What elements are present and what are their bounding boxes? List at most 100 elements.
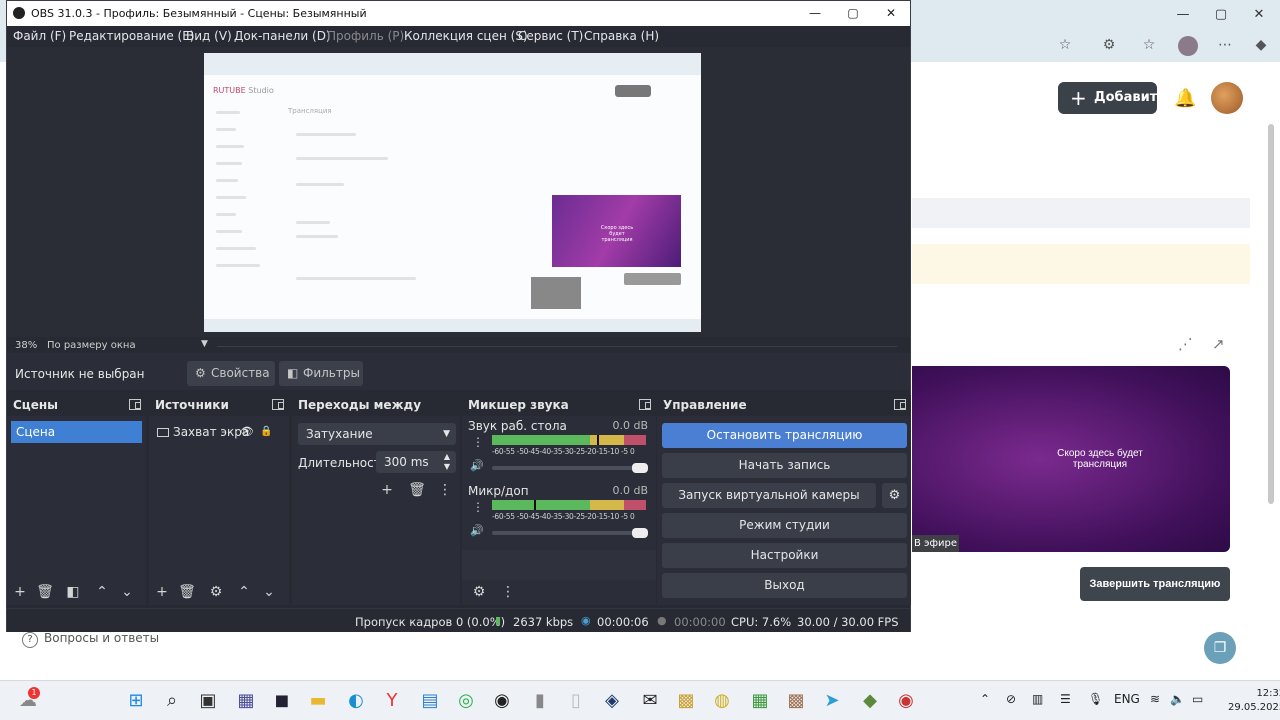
properties-button[interactable]: ⚙ Свойства <box>187 361 275 386</box>
close-icon[interactable]: ✕ <box>879 4 903 22</box>
volume-icon[interactable]: 🔈 <box>1170 692 1185 706</box>
speaker-icon[interactable]: 🔊 <box>470 459 484 472</box>
more-vertical-icon[interactable]: ⋮ <box>472 435 484 449</box>
preview-canvas[interactable]: RUTUBE Studio Трансляция Скоро здесь буд… <box>7 47 910 337</box>
app-icon[interactable]: ✉ <box>638 689 662 713</box>
steam-icon[interactable]: ◈ <box>600 689 624 713</box>
tray-icon[interactable]: ▥ <box>1032 692 1043 706</box>
filter-icon[interactable]: ◧ <box>64 583 82 601</box>
clock[interactable]: 12:32 29.05.2025 <box>1228 687 1280 715</box>
menu-edit[interactable]: Редактирование (E) <box>69 29 194 43</box>
volume-slider[interactable] <box>492 528 648 538</box>
slider-knob[interactable] <box>632 463 648 473</box>
trash-icon[interactable]: 🗑 <box>408 481 426 499</box>
horizontal-scrollbar[interactable] <box>217 346 897 347</box>
gear-icon[interactable]: ⚙ <box>207 583 225 601</box>
fit-mode-select[interactable]: По размеру окна <box>47 340 136 351</box>
slider-knob[interactable] <box>632 528 648 538</box>
app-icon[interactable]: ◍ <box>710 689 734 713</box>
microphone-icon[interactable]: 🎙 <box>1088 692 1103 706</box>
undock-icon[interactable] <box>639 399 651 410</box>
arrow-up-icon[interactable]: ⌃ <box>93 583 111 601</box>
menu-help[interactable]: Справка (H) <box>584 29 659 43</box>
gear-icon[interactable]: ⚙ <box>882 483 907 508</box>
stop-stream-button[interactable]: Остановить трансляцию <box>662 423 907 448</box>
transition-select[interactable]: Затухание ▼ <box>298 423 456 445</box>
arrow-down-icon[interactable]: ⌄ <box>118 583 136 601</box>
battery-icon[interactable]: ▭ <box>1192 692 1203 706</box>
app-icon[interactable]: ▦ <box>234 689 258 713</box>
profile-avatar-icon[interactable] <box>1178 36 1198 56</box>
duration-input[interactable]: 300 ms ▲ ▼ <box>376 451 456 473</box>
more-icon[interactable]: ⋯ <box>1216 36 1234 54</box>
start-record-button[interactable]: Начать запись <box>662 453 907 478</box>
lock-icon[interactable]: 🔒 <box>260 423 272 441</box>
maximize-icon[interactable]: ▢ <box>1210 6 1232 24</box>
folder-icon[interactable]: ▬ <box>306 689 330 713</box>
minecraft-icon[interactable]: ▦ <box>748 689 772 713</box>
external-link-icon[interactable]: ↗ <box>1212 335 1225 353</box>
store-icon[interactable]: ▤ <box>418 689 442 713</box>
arrow-down-icon[interactable]: ⌄ <box>260 583 278 601</box>
settings-button[interactable]: Настройки <box>662 543 907 568</box>
arrow-up-icon[interactable]: ⌃ <box>235 583 253 601</box>
menu-tools[interactable]: Сервис (T) <box>518 29 583 43</box>
chevron-down-icon[interactable]: ▼ <box>201 339 208 349</box>
spinner-icon[interactable]: ▲ ▼ <box>444 452 450 472</box>
page-scrollbar[interactable] <box>1268 124 1274 504</box>
edge-icon[interactable]: ◐ <box>344 689 368 713</box>
add-source-icon[interactable]: + <box>153 583 171 601</box>
exit-button[interactable]: Выход <box>662 573 907 598</box>
bell-icon[interactable]: 🔔 <box>1174 88 1196 109</box>
more-vertical-icon[interactable]: ⋮ <box>472 500 484 514</box>
trash-icon[interactable]: 🗑 <box>178 583 196 601</box>
menu-profile[interactable]: Профиль (P) <box>327 29 404 43</box>
start-icon[interactable]: ⊞ <box>124 689 148 713</box>
tray-icon[interactable]: ⊘ <box>1006 692 1016 706</box>
avatar[interactable] <box>1211 82 1243 114</box>
speaker-icon[interactable]: 🔊 <box>470 524 484 537</box>
minimize-icon[interactable]: — <box>803 4 827 22</box>
help-link[interactable]: ? Вопросы и ответы <box>22 631 159 648</box>
tray-icon[interactable]: ☰ <box>1060 692 1071 706</box>
trash-icon[interactable]: 🗑 <box>36 583 54 601</box>
app-icon[interactable]: ▮ <box>528 689 552 713</box>
app-icon[interactable]: ◼ <box>270 689 294 713</box>
minimize-icon[interactable]: — <box>1172 6 1194 24</box>
undock-icon[interactable] <box>272 399 284 410</box>
gear-icon[interactable]: ⚙ <box>470 583 488 601</box>
end-stream-button[interactable]: Завершить трансляцию <box>1080 567 1230 601</box>
favorites-icon[interactable]: ☆ <box>1140 36 1158 54</box>
menu-scene-collection[interactable]: Коллекция сцен (S) <box>404 29 528 43</box>
extension-icon[interactable]: ⚙ <box>1100 36 1118 54</box>
virtual-camera-button[interactable]: Запуск виртуальной камеры <box>662 483 876 508</box>
share-icon[interactable]: ⋰ <box>1178 335 1193 353</box>
app-icon[interactable]: ◉ <box>894 689 918 713</box>
telegram-icon[interactable]: ➤ <box>820 689 844 713</box>
more-vertical-icon[interactable]: ⋮ <box>436 481 454 499</box>
add-scene-icon[interactable]: + <box>11 583 29 601</box>
menu-file[interactable]: Файл (F) <box>13 29 66 43</box>
whatsapp-icon[interactable]: ◎ <box>454 689 478 713</box>
maximize-icon[interactable]: ▢ <box>841 4 865 22</box>
app-icon[interactable]: ◆ <box>858 689 882 713</box>
chat-icon[interactable]: ❐ <box>1204 632 1236 664</box>
star-icon[interactable]: ☆ <box>1056 36 1074 54</box>
undock-icon[interactable] <box>129 399 141 410</box>
close-icon[interactable]: ✕ <box>1248 6 1270 24</box>
task-view-icon[interactable]: ▣ <box>196 689 220 713</box>
source-list-item[interactable]: Захват экра 👁 🔒 <box>157 423 284 441</box>
more-vertical-icon[interactable]: ⋮ <box>499 583 517 601</box>
language-indicator[interactable]: ENG <box>1114 692 1140 706</box>
scene-list-item[interactable]: Сцена <box>11 421 142 443</box>
search-icon[interactable]: ⌕ <box>160 689 184 713</box>
obs-icon[interactable]: ◉ <box>490 689 514 713</box>
chevron-up-icon[interactable]: ⌃ <box>980 692 990 706</box>
menu-view[interactable]: Вид (V) <box>186 29 232 43</box>
filters-button[interactable]: ◧ Фильтры <box>279 361 363 386</box>
wifi-icon[interactable]: ≋ <box>1150 692 1160 706</box>
studio-mode-button[interactable]: Режим студии <box>662 513 907 538</box>
copilot-icon[interactable]: ◆ <box>1252 36 1270 54</box>
eye-icon[interactable]: 👁 <box>240 423 254 441</box>
add-transition-icon[interactable]: + <box>378 481 396 499</box>
